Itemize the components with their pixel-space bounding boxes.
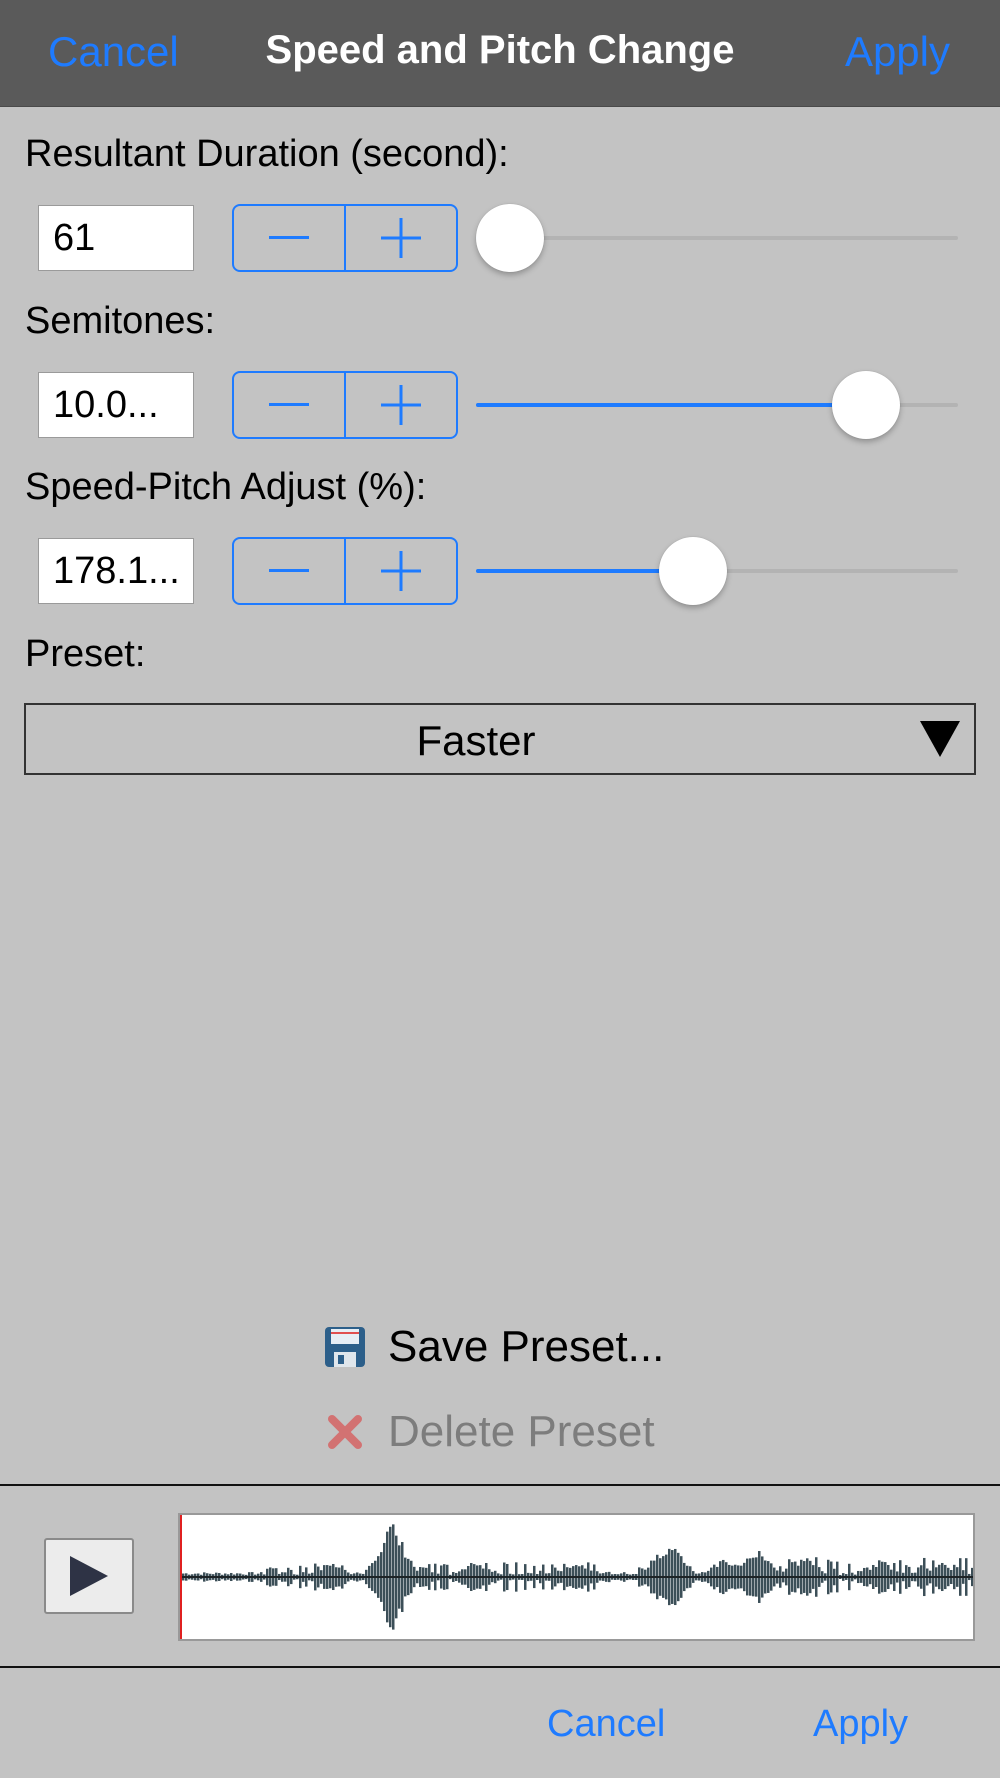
footer-cancel-button[interactable]: Cancel	[547, 1703, 665, 1746]
footer-apply-button[interactable]: Apply	[813, 1703, 908, 1746]
speed-pitch-decrement-button[interactable]	[234, 539, 346, 603]
divider	[0, 1484, 1000, 1486]
speed-pitch-field[interactable]: 178.1...	[38, 538, 194, 604]
semitones-field[interactable]: 10.0...	[38, 372, 194, 438]
semitones-stepper	[232, 371, 458, 439]
divider	[0, 1666, 1000, 1668]
floppy-disk-icon	[325, 1327, 365, 1367]
delete-preset-button[interactable]: Delete Preset	[324, 1405, 655, 1459]
minus-icon	[269, 236, 309, 239]
semitones-decrement-button[interactable]	[234, 373, 346, 437]
semitones-increment-button[interactable]	[346, 373, 456, 437]
slider-track	[476, 236, 958, 240]
preset-selected-value: Faster	[416, 717, 536, 764]
speed-pitch-stepper	[232, 537, 458, 605]
preset-label: Preset:	[25, 633, 146, 675]
semitones-slider[interactable]	[476, 371, 958, 439]
red-x-icon	[328, 1415, 362, 1449]
slider-thumb[interactable]	[658, 537, 727, 605]
speed-pitch-slider[interactable]	[476, 537, 958, 605]
play-icon	[70, 1556, 108, 1596]
slider-thumb[interactable]	[475, 204, 544, 272]
top-bar: Cancel Speed and Pitch Change Apply	[0, 0, 1000, 107]
duration-label: Resultant Duration (second):	[25, 133, 509, 175]
play-button[interactable]	[44, 1538, 134, 1614]
speed-pitch-label: Speed-Pitch Adjust (%):	[25, 466, 427, 508]
delete-preset-label: Delete Preset	[388, 1407, 655, 1456]
waveform-baseline	[180, 1576, 973, 1578]
duration-decrement-button[interactable]	[234, 206, 346, 270]
speed-pitch-increment-button[interactable]	[346, 539, 456, 603]
waveform-preview[interactable]	[178, 1513, 975, 1641]
plus-icon	[381, 385, 421, 425]
plus-icon	[381, 218, 421, 258]
duration-slider[interactable]	[475, 204, 958, 272]
save-preset-label: Save Preset...	[388, 1322, 665, 1371]
dropdown-arrow-icon	[920, 721, 960, 757]
preset-dropdown[interactable]: Faster	[24, 703, 976, 775]
playhead-marker[interactable]	[180, 1515, 182, 1639]
slider-fill	[476, 403, 867, 407]
slider-thumb[interactable]	[832, 371, 901, 439]
minus-icon	[269, 403, 309, 406]
waveform-graph	[180, 1515, 973, 1639]
semitones-label: Semitones:	[25, 300, 216, 342]
duration-increment-button[interactable]	[346, 206, 456, 270]
minus-icon	[269, 569, 309, 572]
save-preset-button[interactable]: Save Preset...	[324, 1320, 664, 1374]
duration-field[interactable]: 61	[38, 205, 194, 271]
duration-stepper	[232, 204, 458, 272]
header-apply-button[interactable]: Apply	[845, 28, 950, 76]
plus-icon	[381, 551, 421, 591]
